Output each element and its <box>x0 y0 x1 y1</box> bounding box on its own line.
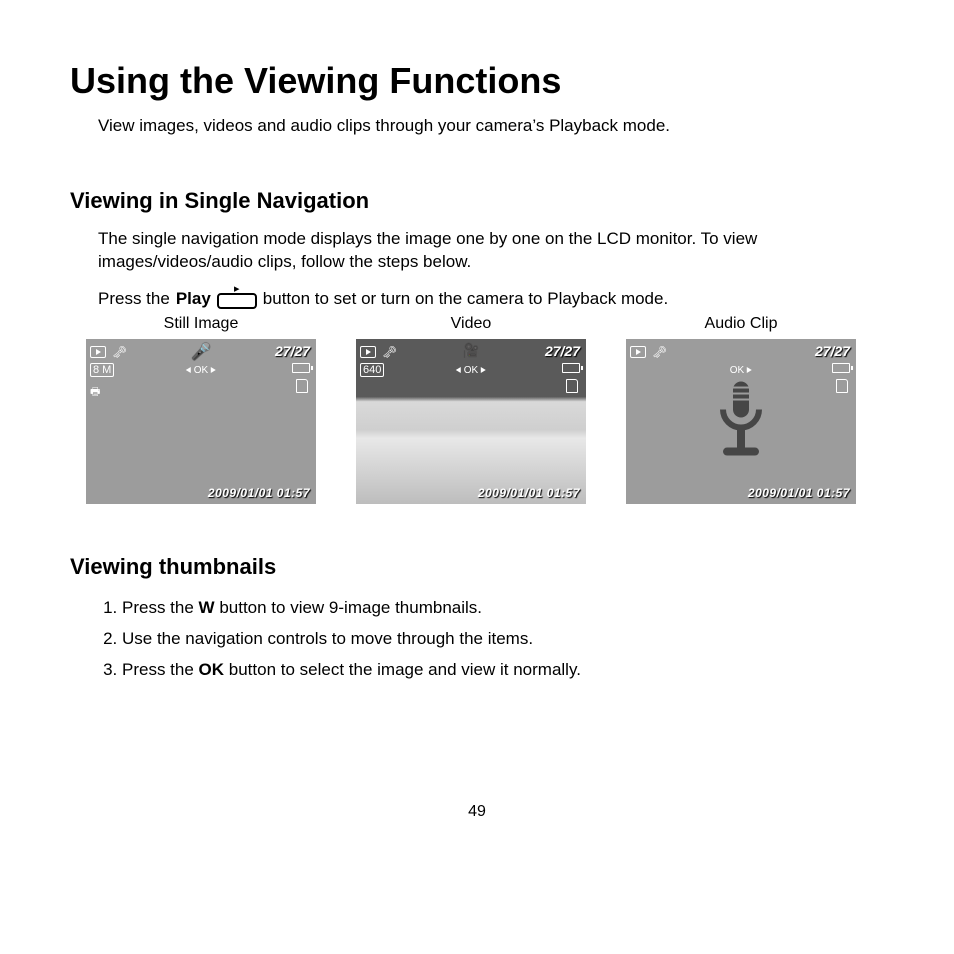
ok-indicator: OK <box>456 365 486 376</box>
battery-icon <box>562 363 580 373</box>
ok-indicator: OK <box>186 365 216 376</box>
timestamp: 2009/01/01 01:57 <box>478 486 580 500</box>
memory-card-icon <box>296 379 308 393</box>
page-title: Using the Viewing Functions <box>70 60 884 102</box>
manual-page: Using the Viewing Functions View images,… <box>0 0 954 841</box>
step-2: Use the navigation controls to move thro… <box>122 625 884 652</box>
still-image-label: Still Image <box>164 315 239 333</box>
ok-label: OK <box>730 365 744 376</box>
playback-mode-icon <box>360 346 376 358</box>
lcd-video: 🗝 🎥 OK 27/27 640 2009/01/01 01:57 <box>356 339 586 504</box>
lock-icon: 🗝 <box>652 345 667 359</box>
microphone-icon <box>709 378 773 466</box>
still-left-indicators: 8 M 🖶 <box>90 363 114 402</box>
press-suffix: button to set or turn on the camera to P… <box>263 289 668 309</box>
lcd-audio-clip: 🗝 OK 27/27 <box>626 339 856 504</box>
frame-counter: 27/27 <box>815 343 850 359</box>
battery-icon <box>832 363 850 373</box>
memory-card-icon <box>566 379 578 393</box>
section-thumbnails-heading: Viewing thumbnails <box>70 554 884 580</box>
lock-icon: 🗝 <box>112 345 127 359</box>
playback-mode-icon <box>90 346 106 358</box>
video-camera-icon: 🎥 <box>462 342 479 359</box>
printer-icon: 🖶 <box>90 383 114 402</box>
video-label: Video <box>451 315 492 333</box>
ok-indicator: OK <box>730 365 752 376</box>
lcd-still-image: 🗝 🎤 OK 27/27 8 M 🖶 2009/01/01 01:57 <box>86 339 316 504</box>
video-column: Video 🗝 🎥 OK 27/27 640 2009/01/0 <box>356 315 586 504</box>
section-single-nav-body: The single navigation mode displays the … <box>98 228 884 274</box>
video-left-indicators: 640 <box>360 363 384 377</box>
press-prefix: Press the <box>98 289 170 309</box>
video-resolution-badge: 640 <box>360 363 384 377</box>
memory-card-icon <box>836 379 848 393</box>
press-play-word: Play <box>176 289 211 309</box>
page-number: 49 <box>70 803 884 821</box>
ok-label: OK <box>464 365 478 376</box>
resolution-badge: 8 M <box>90 363 114 377</box>
lock-icon: 🗝 <box>382 345 397 359</box>
ok-label: OK <box>194 365 208 376</box>
audio-clip-label: Audio Clip <box>705 315 778 333</box>
press-play-instruction: Press the Play ▸ button to set or turn o… <box>98 284 884 309</box>
thumbnail-steps-list: Press the W button to view 9-image thumb… <box>122 594 884 684</box>
section-single-nav-heading: Viewing in Single Navigation <box>70 188 884 214</box>
frame-counter: 27/27 <box>545 343 580 359</box>
timestamp: 2009/01/01 01:57 <box>748 486 850 500</box>
intro-text: View images, videos and audio clips thro… <box>98 116 884 136</box>
play-button-icon: ▸ <box>217 284 257 309</box>
frame-counter: 27/27 <box>275 343 310 359</box>
audio-clip-column: Audio Clip 🗝 OK 27/27 <box>626 315 856 504</box>
playback-mode-icon <box>630 346 646 358</box>
step-1: Press the W button to view 9-image thumb… <box>122 594 884 621</box>
step-3: Press the OK button to select the image … <box>122 656 884 683</box>
battery-icon <box>292 363 310 373</box>
lcd-examples-row: Still Image 🗝 🎤 OK 27/27 8 M 🖶 <box>86 315 884 504</box>
voice-memo-icon: 🎤 <box>191 342 211 362</box>
button-outline-icon <box>217 293 257 309</box>
still-image-column: Still Image 🗝 🎤 OK 27/27 8 M 🖶 <box>86 315 316 504</box>
timestamp: 2009/01/01 01:57 <box>208 486 310 500</box>
